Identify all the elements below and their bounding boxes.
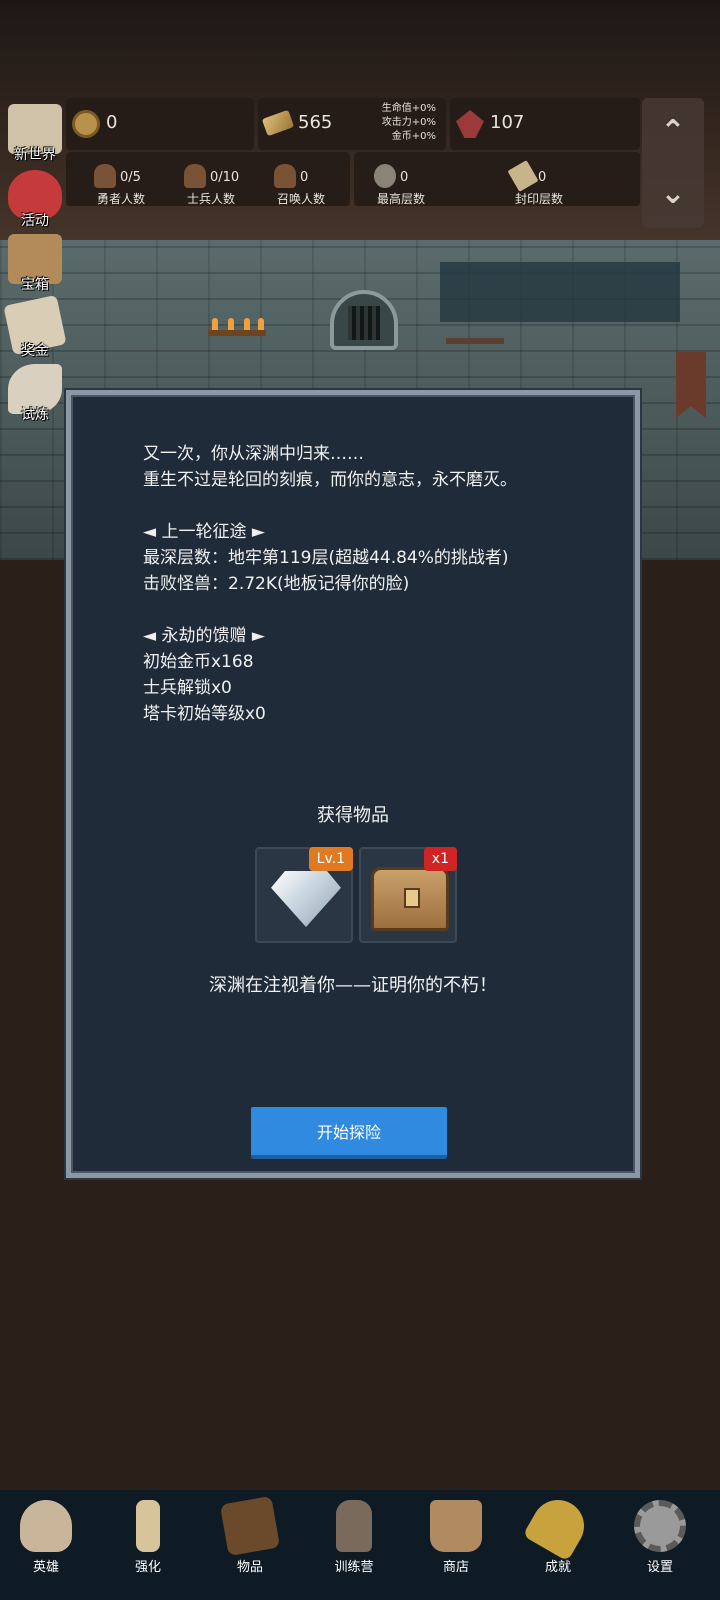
summon-icon	[274, 164, 296, 188]
story-text: 又一次，你从深渊中归来…… 重生不过是轮回的刻痕，而你的意志，永不磨灭。 ◄ 上…	[143, 441, 603, 727]
chandelier-icon	[208, 318, 266, 348]
bottom-navigation: 英雄 强化 物品 训练营 商店 成就 设置	[0, 1490, 720, 1600]
coin-value: 0	[106, 112, 118, 133]
chandelier-icon	[446, 326, 504, 356]
side-chest[interactable]: 宝箱	[2, 230, 68, 294]
gold-bar-value: 565	[298, 112, 333, 133]
nav-training[interactable]: 训练营	[304, 1490, 404, 1600]
story-gap	[143, 597, 603, 623]
mug-icon	[430, 1500, 482, 1552]
nav-items[interactable]: 物品	[200, 1490, 300, 1600]
deepest-floor-line: 最深层数：地牢第119层(超越44.84%的挑战者)	[143, 548, 509, 568]
treasure-chest-icon	[371, 867, 449, 931]
scroll-icon	[507, 160, 539, 192]
hero-count: 0/5 勇者人数	[76, 152, 166, 206]
gold-bar-icon	[261, 109, 295, 137]
item-chest[interactable]: x1	[359, 847, 457, 943]
bonus-list: 生命值+0% 攻击力+0% 金币+0%	[382, 102, 436, 144]
soldier-count: 0/10 士兵人数	[166, 152, 256, 206]
quantity-badge: x1	[423, 847, 457, 871]
item-diamond[interactable]: Lv.1	[255, 847, 353, 943]
level-badge: Lv.1	[308, 847, 353, 871]
sealed-floor: 0 封印层数	[494, 152, 584, 206]
candle-icon	[136, 1500, 160, 1552]
scroll-down-button[interactable]: ⌄	[642, 164, 704, 224]
section-heading-last-run: ◄ 上一轮征途 ►	[143, 522, 265, 542]
wall-shadow	[440, 262, 680, 322]
side-bonus[interactable]: 奖金	[2, 294, 68, 360]
nav-enhance[interactable]: 强化	[98, 1490, 198, 1600]
rock-icon	[374, 164, 396, 188]
scroll-controls: ⌃ ⌄	[642, 98, 704, 228]
section-heading-gifts: ◄ 永劫的馈赠 ►	[143, 626, 265, 646]
story-line: 重生不过是轮回的刻痕，而你的意志，永不磨灭。	[143, 470, 517, 490]
gift-taka-level: 塔卡初始等级x0	[143, 704, 266, 724]
hero-icon	[94, 164, 116, 188]
gift-soldier-unlock: 士兵解锁x0	[143, 678, 232, 698]
skull-icon	[20, 1500, 72, 1552]
monsters-defeated-line: 击败怪兽：2.72K(地板记得你的脸)	[143, 574, 410, 594]
diamond-icon	[271, 871, 341, 927]
lantern-icon	[336, 1500, 372, 1552]
coin-icon	[72, 110, 100, 138]
barred-window	[330, 290, 398, 350]
scroll-up-button[interactable]: ⌃	[642, 102, 704, 162]
nav-heroes[interactable]: 英雄	[0, 1490, 96, 1600]
bonus-attack: 攻击力+0%	[381, 117, 436, 128]
summon-count: 0 召唤人数	[256, 152, 346, 206]
gem-value: 107	[490, 112, 525, 133]
abyss-message: 深渊在注视着你——证明你的不朽！	[209, 975, 497, 996]
start-adventure-button[interactable]: 开始探险	[251, 1107, 447, 1159]
nav-settings[interactable]: 设置	[610, 1490, 710, 1600]
ruby-icon	[456, 110, 484, 138]
story-gap	[143, 493, 603, 519]
key-icon	[522, 1490, 594, 1562]
rebirth-dialog: 又一次，你从深渊中归来…… 重生不过是轮回的刻痕，而你的意志，永不磨灭。 ◄ 上…	[66, 390, 640, 1178]
nav-shop[interactable]: 商店	[406, 1490, 506, 1600]
bonus-hp: 生命值+0%	[381, 103, 436, 114]
bonus-gold: 金币+0%	[391, 131, 436, 142]
gift-starting-gold: 初始金币x168	[143, 652, 254, 672]
stats-bar: 0/5 勇者人数 0/10 士兵人数 0 召唤人数 0 最高层数 0 封印层数	[66, 152, 640, 206]
gem-counter: 107	[450, 98, 640, 150]
coin-counter: 0	[66, 98, 254, 150]
nav-achievements[interactable]: 成就	[508, 1490, 608, 1600]
resource-bar: 0 565 生命值+0% 攻击力+0% 金币+0% 107	[66, 98, 640, 150]
soldier-icon	[184, 164, 206, 188]
side-new-world[interactable]: 新世界	[2, 100, 68, 164]
obtained-items-title: 获得物品	[317, 805, 389, 826]
gold-bar-counter: 565 生命值+0% 攻击力+0% 金币+0%	[258, 98, 446, 150]
chevron-down-icon: ⌄	[660, 176, 686, 211]
side-trial[interactable]: 试炼	[2, 360, 68, 424]
chevron-up-icon: ⌃	[660, 114, 686, 149]
story-line: 又一次，你从深渊中归来……	[143, 444, 364, 464]
gear-icon	[634, 1500, 686, 1552]
max-floor: 0 最高层数	[356, 152, 446, 206]
book-icon	[219, 1495, 281, 1557]
side-events[interactable]: 活动	[2, 166, 68, 230]
